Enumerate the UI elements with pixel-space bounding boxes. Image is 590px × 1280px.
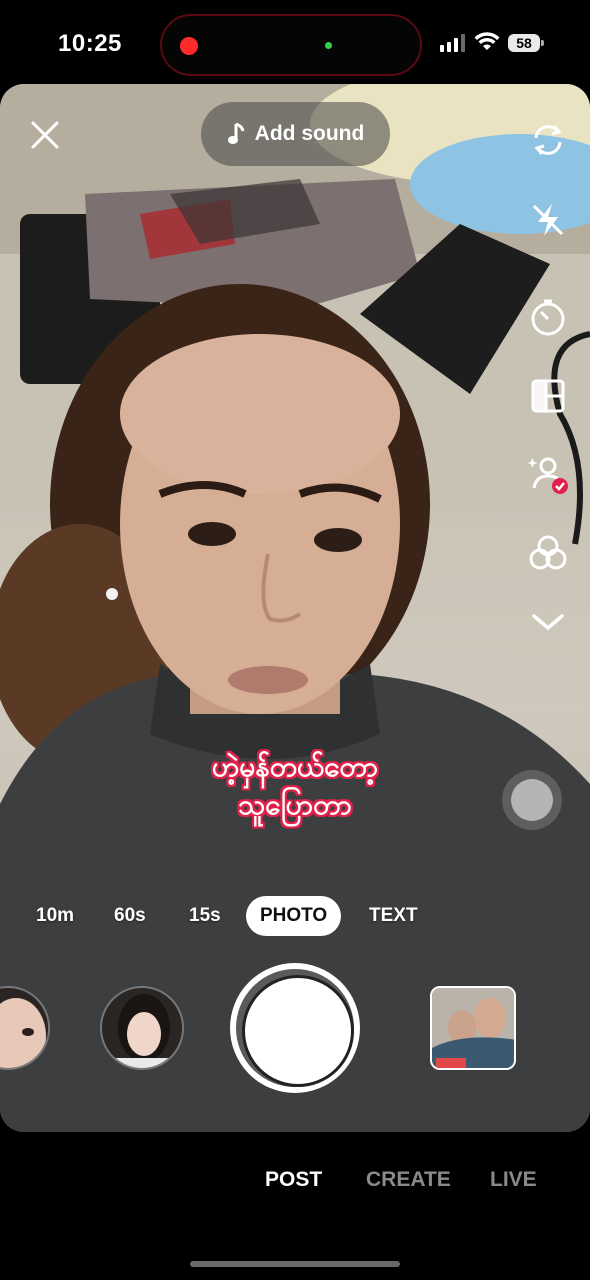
capture-mode-selector: 10m 60s 15s PHOTO TEXT [0,896,590,936]
mode-15s[interactable]: 15s [189,896,221,936]
flip-camera-icon[interactable] [522,114,574,166]
bottom-nav: POST CREATE LIVE [0,1132,590,1232]
shutter-button[interactable] [230,963,360,1093]
camera-preview[interactable]: Add sound ဟဲ့မှန်တယ်တော့ သူပြောတာ 10m 60… [0,84,590,1132]
cellular-signal-icon [440,34,465,52]
close-icon[interactable] [28,118,62,152]
flash-off-icon[interactable] [522,194,574,246]
layout-icon[interactable] [522,370,574,422]
tab-post[interactable]: POST [265,1168,322,1192]
caption-sticker[interactable]: ဟဲ့မှန်တယ်တော့ သူပြောတာ [0,748,590,824]
tab-create[interactable]: CREATE [366,1168,451,1192]
tab-live[interactable]: LIVE [490,1168,537,1192]
music-note-icon [227,122,245,144]
timer-icon[interactable] [522,292,574,344]
add-sound-button[interactable]: Add sound [201,102,390,166]
mode-photo[interactable]: PHOTO [246,896,342,936]
mode-10m[interactable]: 10m [36,896,74,936]
mode-text[interactable]: TEXT [369,896,418,936]
gallery-thumbnail[interactable] [430,986,516,1070]
collab-icon[interactable] [522,448,574,500]
recording-indicator [180,37,198,55]
effects-icon[interactable] [522,527,574,579]
caption-line-1: ဟဲ့မှန်တယ်တော့ [211,750,379,783]
battery-icon: 58 [508,34,540,52]
status-time: 10:25 [58,30,122,57]
chevron-down-icon[interactable] [522,596,574,648]
status-bar: 10:25 58 [0,0,590,84]
camera-in-use-indicator [325,42,332,49]
zoom-knob[interactable] [502,770,562,830]
mode-60s[interactable]: 60s [114,896,146,936]
wifi-icon [474,32,500,50]
dynamic-island [160,14,422,76]
battery-tip [541,40,544,46]
add-sound-label: Add sound [254,122,365,145]
effect-thumbnail[interactable] [100,986,184,1070]
home-indicator[interactable] [190,1261,400,1267]
